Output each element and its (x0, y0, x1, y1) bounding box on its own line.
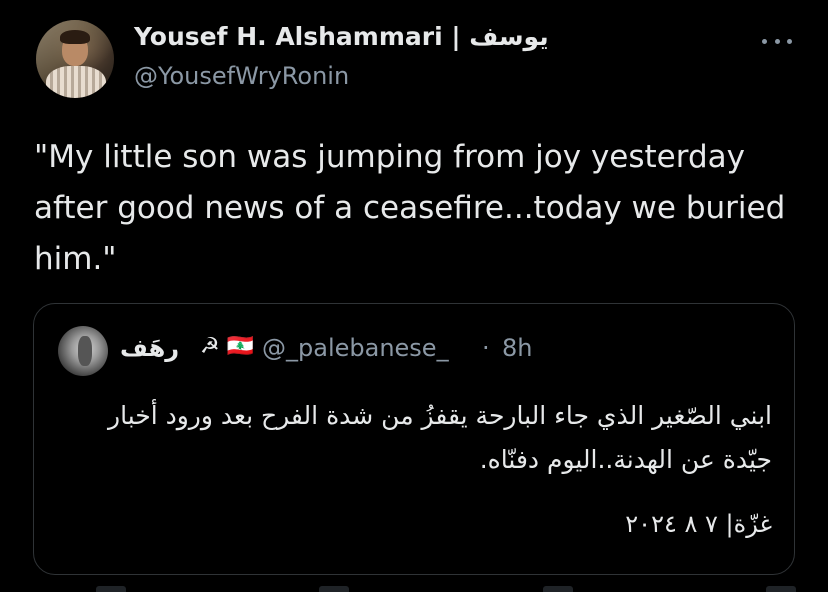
more-dot (787, 38, 792, 44)
action-bar-hint (96, 586, 796, 592)
author-avatar[interactable] (36, 20, 114, 98)
action-hint (319, 586, 350, 592)
action-hint (96, 586, 126, 592)
quote-author-handle[interactable]: @_palebanese_ (262, 334, 449, 362)
more-dot (774, 38, 780, 44)
quote-author-avatar[interactable] (58, 326, 108, 376)
more-horizontal-icon[interactable] (762, 36, 792, 46)
tweet: Yousef H. Alshammari | يوسف @YousefWryRo… (0, 0, 828, 592)
quoted-tweet-card[interactable]: رهَف ☭ 🇱🇧 @_palebanese_ · 8h ابني الصّغي… (33, 303, 795, 575)
quote-author-emoji: ☭ 🇱🇧 (200, 334, 255, 359)
author-handle[interactable]: @YousefWryRonin (134, 62, 349, 90)
action-hint (542, 586, 573, 592)
avatar-shirt (46, 66, 106, 98)
quote-location-date: غزّة| ٧ ٨ ٢٠٢٤ (625, 510, 772, 538)
action-hint (765, 586, 796, 592)
author-name[interactable]: Yousef H. Alshammari | يوسف (134, 22, 549, 51)
more-dot (762, 38, 767, 44)
quote-author-name[interactable]: رهَف (120, 334, 179, 362)
quote-timestamp[interactable]: 8h (502, 334, 532, 362)
avatar-figure (78, 336, 92, 366)
tweet-text: "My little son was jumping from joy yest… (34, 139, 786, 277)
avatar-hair (60, 30, 90, 44)
quote-separator: · (482, 334, 490, 362)
quote-text: ابني الصّغير الذي جاء البارحة يقفزُ من ش… (108, 401, 772, 474)
